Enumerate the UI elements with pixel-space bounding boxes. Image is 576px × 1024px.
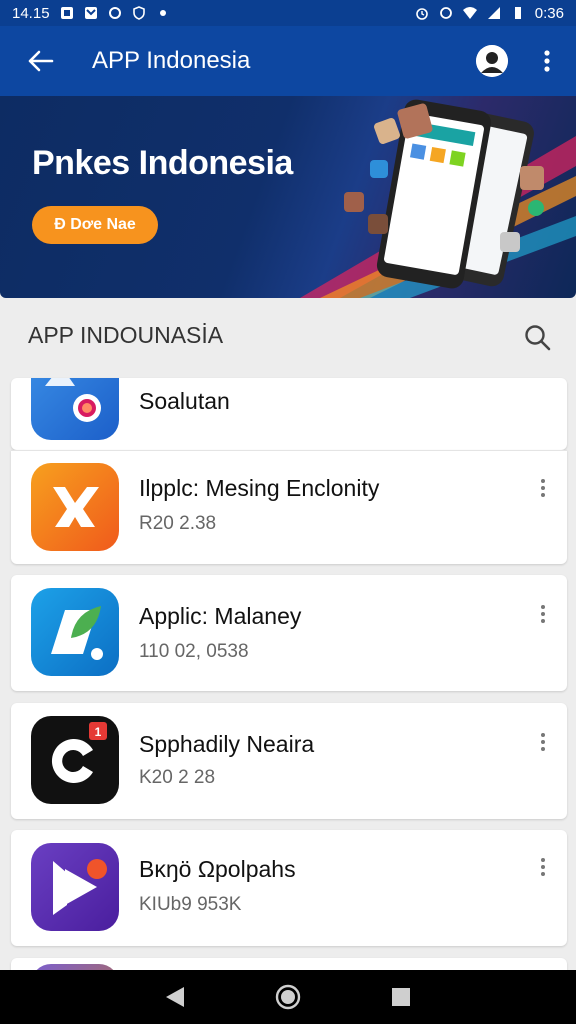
phones-illustration [300, 99, 576, 298]
recents-square-icon[interactable] [390, 986, 412, 1008]
status-time: 14.15 [12, 4, 50, 22]
chat-icon: 1 [51, 722, 107, 783]
home-circle-icon[interactable] [275, 984, 301, 1010]
more-vert-icon[interactable] [533, 727, 553, 757]
app-icon [31, 378, 119, 440]
app-icon: 1 [31, 716, 119, 804]
list-item[interactable]: Bκŋö Ωpolpahs KIUb9 953K [11, 830, 567, 946]
app-meta: R20 2.38 [139, 513, 217, 534]
list-item[interactable]: 1 Spphadily Neaira K20 2 28 [11, 703, 567, 819]
banner-cta-button[interactable]: Đ Dơe Nae [32, 206, 158, 244]
app-icon [31, 463, 119, 551]
avatar[interactable] [476, 45, 508, 77]
promo-banner[interactable]: Pnkes Indonesia Đ Dơe Nae [0, 96, 576, 298]
app-meta: K20 2 28 [139, 767, 216, 788]
app-name: Applic: Malaney [139, 603, 302, 629]
app-bar: APP Indonesia [0, 26, 576, 96]
app-name: Ilpplc: Mesing Enclonity [139, 475, 380, 501]
mail-icon [84, 7, 97, 19]
cart-icon [53, 487, 99, 527]
camera-icon [45, 378, 101, 422]
list-item[interactable]: Ilpplc: Mesing Enclonity R20 2.38 [11, 450, 567, 564]
back-triangle-icon[interactable] [164, 985, 186, 1009]
alarm-icon [415, 8, 428, 20]
more-vert-icon[interactable] [533, 852, 553, 882]
overflow-menu-button[interactable] [532, 26, 562, 96]
sync-icon [108, 7, 121, 19]
more-vert-icon[interactable] [533, 599, 553, 629]
status-bar: 14.15 0:36 [0, 0, 576, 26]
app-name: Soalutan [139, 388, 230, 414]
shield-icon [132, 6, 145, 20]
app-meta: 110 02, 0538 [139, 641, 249, 662]
app-icon [31, 843, 119, 931]
app-meta: KIUb9 953K [139, 894, 242, 915]
section-title: APP INDOUNASİA [28, 322, 224, 348]
more-vert-icon [544, 50, 550, 72]
video-icon [53, 859, 107, 915]
vibrate-icon [439, 7, 452, 19]
signal-icon [487, 7, 500, 19]
more-vert-icon[interactable] [533, 473, 553, 503]
search-icon[interactable] [522, 322, 552, 352]
list-item[interactable]: Soalutan [11, 378, 567, 450]
app-title: APP Indonesia [92, 47, 251, 74]
system-nav-bar [0, 970, 576, 1024]
battery-time: 0:36 [534, 4, 564, 22]
wifi-icon [462, 7, 477, 19]
app-name: Spphadily Neaira [139, 731, 315, 757]
app-name: Bκŋö Ωpolpahs [139, 856, 296, 882]
battery-icon [514, 7, 521, 19]
leaf-icon [51, 606, 103, 660]
banner-title: Pnkes Indonesia [32, 144, 293, 182]
app-icon [31, 588, 119, 676]
list-item[interactable]: Applic: Malaney 110 02, 0538 [11, 575, 567, 691]
notification-icon [60, 7, 73, 19]
dot-icon [159, 10, 166, 16]
back-button[interactable] [0, 26, 80, 96]
user-icon [476, 45, 508, 77]
arrow-left-icon [28, 50, 54, 72]
svg-text:1: 1 [95, 725, 102, 739]
